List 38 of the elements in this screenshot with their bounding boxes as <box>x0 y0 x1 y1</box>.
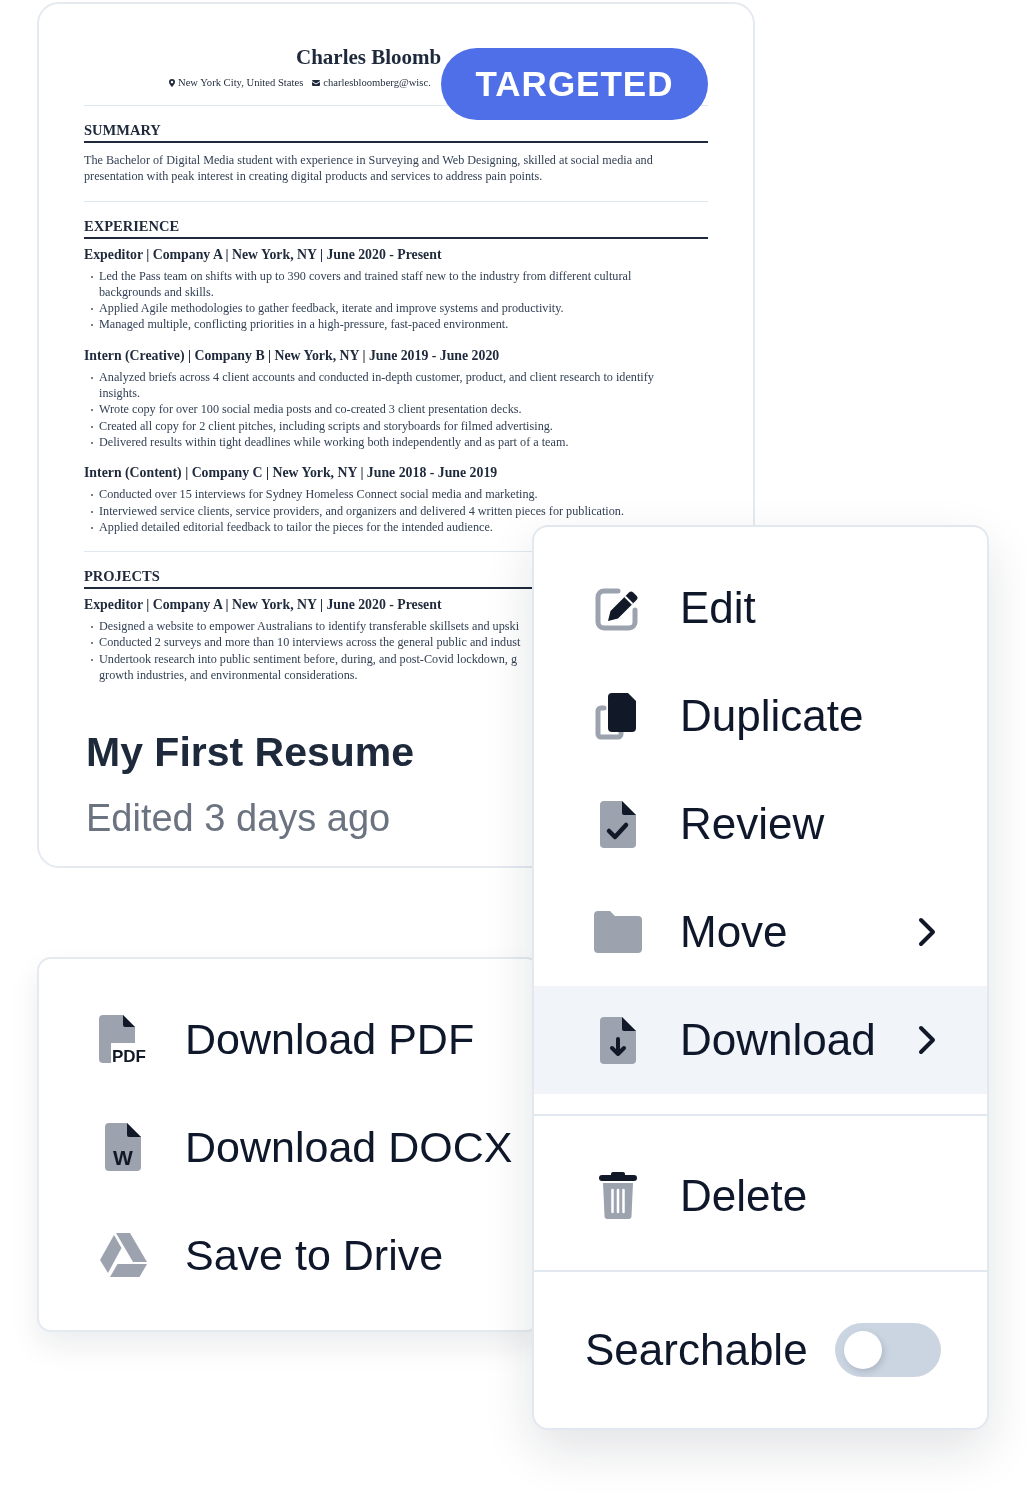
targeted-badge: TARGETED <box>441 48 708 120</box>
bullet-text: Applied Agile methodologies to gather feedback, iterate and improve systems and productivity. <box>99 300 564 317</box>
toggle-label: Searchable <box>585 1325 808 1375</box>
section-heading: SUMMARY <box>84 122 161 138</box>
menu-item[interactable]: Move <box>534 878 987 986</box>
job-title: Intern (Content) | Company C | New York, NY | June 2018 - June 2019 <box>84 465 498 482</box>
menu-item[interactable]: Duplicate <box>534 662 987 770</box>
folder-icon <box>594 911 642 953</box>
bullet-text: Designed a website to empower Australians to identify transferable skillsets and upski <box>99 618 520 635</box>
bullet-text: Managed multiple, conflicting priorities in a high-pressure, fast-paced environment. <box>99 316 509 333</box>
summary-text: The Bachelor of Digital Media student with experience in Surveying and Web Designing, skilled at social media and presentation with peak interest in creating digital products and services to address pain points. <box>84 152 653 185</box>
menu-item[interactable]: Edit <box>534 554 987 662</box>
section-heading: PROJECTS <box>84 568 160 585</box>
contact-text: charlesbloomberg@wisc. <box>323 76 431 90</box>
section-heading: EXPERIENCE <box>84 217 180 234</box>
envelope-icon <box>312 80 321 86</box>
bullet-text: Wrote copy for over 100 social media posts and co-created 3 client presentation decks. <box>99 401 522 418</box>
job-title: Intern (Creative) | Company B | New York, NY | June 2019 - June 2020 <box>84 347 500 364</box>
job-title: Expeditor | Company A | New York, NY | June 2020 - Present <box>84 597 442 614</box>
bullet-text: Analyzed briefs across 4 client accounts and conducted in-depth customer, product, and client research to identify insights. <box>99 368 654 402</box>
location-pin-icon <box>169 79 175 87</box>
bullet-text: Undertook research into public sentiment before, during, and post-Covid lockdown, g growth industries, and environmental considerations. <box>99 650 517 684</box>
edited-time: Edited 3 days ago <box>86 796 391 842</box>
bullet-text: Conducted over 15 interviews for Sydney Homeless Connect social media and marketing. <box>99 486 538 503</box>
bullet-text: Conducted 2 surveys and more than 10 interviews across the general public and indust <box>99 634 521 651</box>
menu-item[interactable]: Review <box>534 770 987 878</box>
menu-item[interactable]: Download <box>534 986 987 1094</box>
contact-text: New York City, United States <box>178 76 304 90</box>
resume-name: Charles Bloomb <box>296 45 442 69</box>
bullet-text: Created all copy for 2 client pitches, including scripts and storyboards for filmed advertising. <box>99 417 553 434</box>
bullet-text: Interviewed service clients, service providers, and organizers and delivered 4 written pieces for publication. <box>99 502 624 519</box>
bullet-text: Led the Pass team on shifts with up to 390 covers and trained staff new to the industry from different cultural backgrounds and skills. <box>99 267 632 301</box>
toggle-switch[interactable] <box>834 1323 941 1377</box>
resume-title: My First Resume <box>86 728 415 778</box>
job-title: Expeditor | Company A | New York, NY | June 2020 - Present <box>84 246 442 263</box>
triangle-logo-icon <box>99 1233 147 1278</box>
bullet-text: Applied detailed editorial feedback to tailor the pieces for the intended audience. <box>99 518 493 536</box>
bullet-text: Delivered results within tight deadlines while working both independently and as part of a team. <box>99 433 569 451</box>
